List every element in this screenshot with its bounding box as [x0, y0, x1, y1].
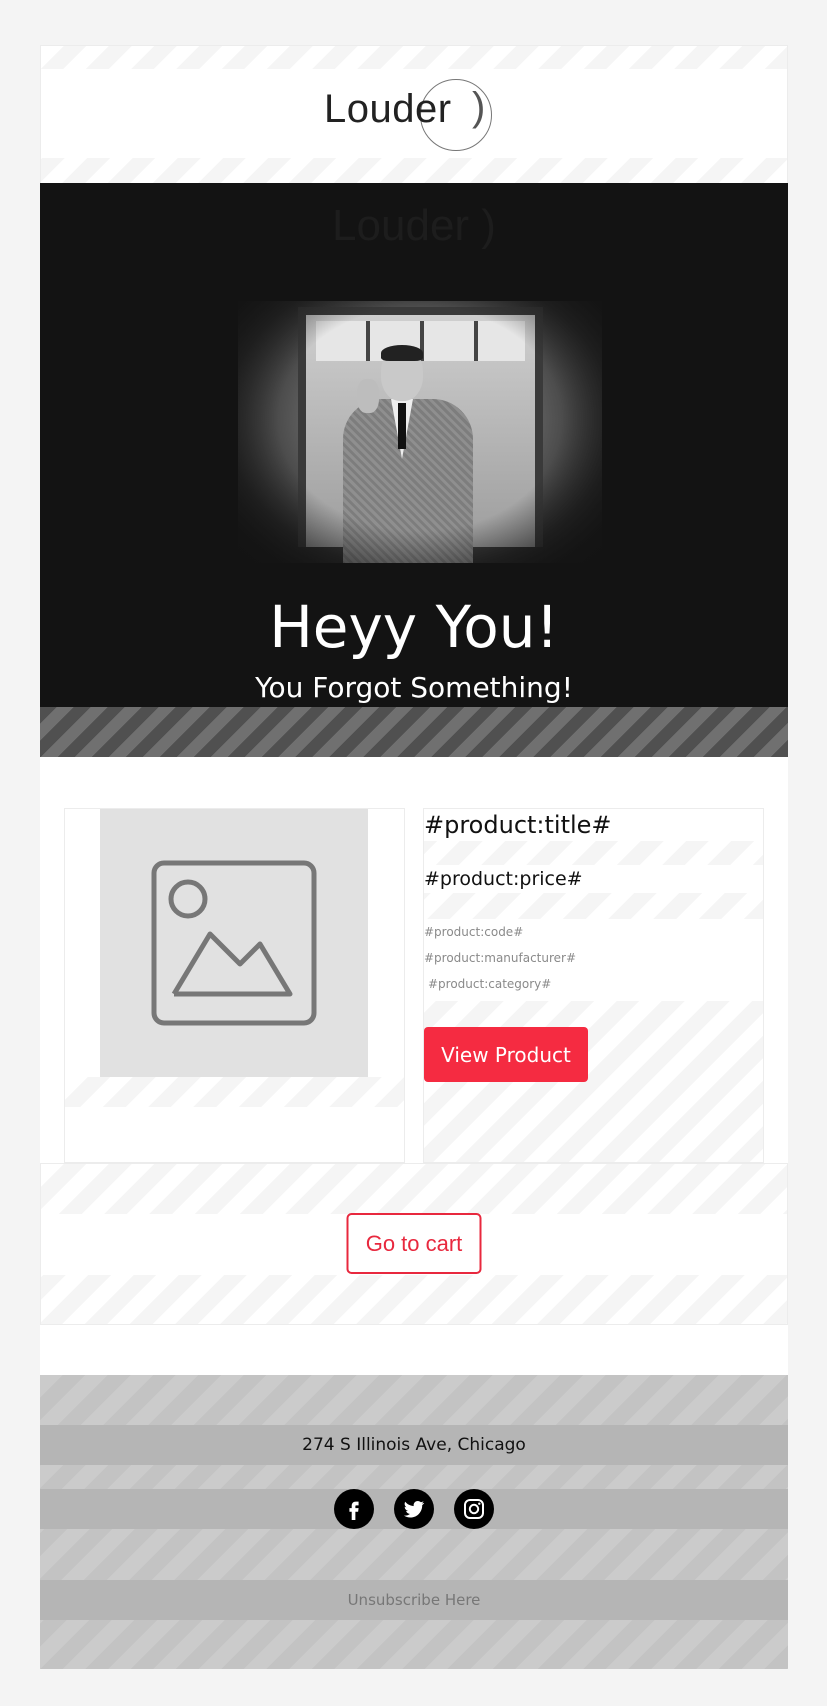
- go-to-cart-button[interactable]: Go to cart: [346, 1213, 482, 1274]
- product-title: #product:title#: [424, 809, 763, 841]
- facebook-icon[interactable]: [334, 1489, 374, 1529]
- footer-address: 274 S Illinois Ave, Chicago: [40, 1425, 788, 1465]
- product-category: #product:category#: [428, 977, 552, 991]
- spacer: [40, 1325, 788, 1375]
- hero-title: Heyy You!: [269, 593, 559, 661]
- logo-paren: ): [472, 85, 486, 129]
- email-container: Louder ) Louder ) Heyy You! You Forgot S…: [40, 45, 788, 1669]
- hero-banner: Louder ) Heyy You! You Forgot Something!: [40, 183, 788, 707]
- hero-ghost-logo: Louder ): [332, 201, 496, 250]
- hero-stripe-divider: [40, 707, 788, 757]
- social-links: [40, 1489, 788, 1529]
- image-placeholder-icon: [151, 860, 317, 1026]
- footer: 274 S Illinois Ave, Chicago Unsubscribe …: [40, 1375, 788, 1669]
- product-image-card: [64, 808, 405, 1163]
- social-icons: [334, 1489, 494, 1529]
- cart-section: Go to cart: [40, 1163, 788, 1325]
- product-image-strip: [65, 1077, 404, 1107]
- instagram-icon[interactable]: [454, 1489, 494, 1529]
- hero-vignette: [238, 301, 602, 563]
- product-image[interactable]: [100, 809, 368, 1077]
- product-meta: #product:code# #product:manufacturer# #p…: [424, 919, 763, 1001]
- view-product-button[interactable]: View Product: [424, 1027, 588, 1082]
- logo[interactable]: Louder ): [324, 79, 504, 151]
- product-price: #product:price#: [424, 865, 763, 893]
- product-code: #product:code#: [424, 925, 524, 939]
- hero-image: [238, 301, 602, 563]
- unsubscribe-link[interactable]: Unsubscribe Here: [40, 1580, 788, 1620]
- hero-subtitle: You Forgot Something!: [255, 671, 573, 704]
- product-manufacturer: #product:manufacturer#: [424, 951, 577, 965]
- product-section: #product:title# #product:price# #product…: [40, 757, 788, 1163]
- product-details-card: #product:title# #product:price# #product…: [423, 808, 764, 1163]
- header: Louder ): [40, 45, 788, 183]
- logo-text: Louder: [324, 87, 452, 131]
- twitter-icon[interactable]: [394, 1489, 434, 1529]
